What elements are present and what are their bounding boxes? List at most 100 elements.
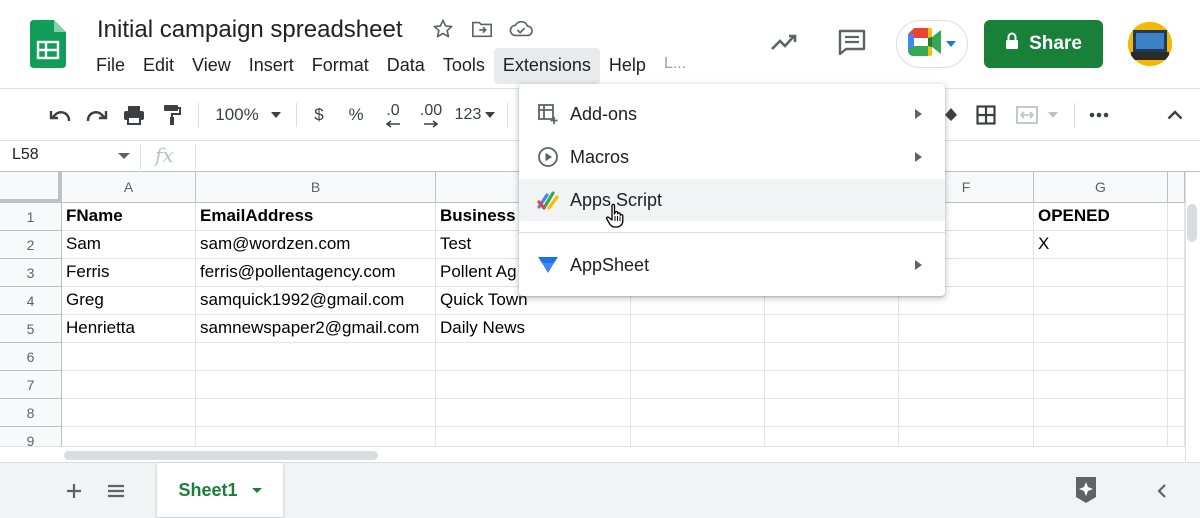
grid-cell[interactable]: Greg (62, 287, 196, 315)
grid-cell[interactable] (1034, 287, 1168, 315)
grid-cell[interactable]: Henrietta (62, 315, 196, 343)
paint-format-icon[interactable] (158, 101, 186, 129)
grid-cell[interactable] (899, 371, 1034, 399)
comments-icon[interactable] (836, 26, 868, 58)
menu-data[interactable]: Data (378, 48, 434, 84)
zoom-select[interactable]: 100% (208, 101, 288, 129)
grid-cell[interactable] (1168, 371, 1185, 399)
add-sheet-icon[interactable] (62, 479, 86, 503)
avatar[interactable] (1128, 22, 1172, 66)
borders-icon[interactable] (973, 101, 999, 129)
print-icon[interactable] (120, 101, 148, 129)
menu-tools[interactable]: Tools (434, 48, 494, 84)
caret-down-icon[interactable] (251, 487, 262, 493)
menu-file[interactable]: File (87, 48, 134, 84)
grid-cell[interactable] (1034, 343, 1168, 371)
row-header[interactable]: 6 (0, 343, 62, 371)
star-icon[interactable] (430, 16, 456, 42)
grid-cell[interactable] (1168, 399, 1185, 427)
google-meet-button[interactable] (896, 20, 968, 68)
merge-cells-button[interactable] (1012, 101, 1062, 129)
menu-view[interactable]: View (183, 48, 240, 84)
activity-trend-icon[interactable] (768, 26, 800, 58)
grid-cell[interactable] (436, 371, 631, 399)
name-box-caret-icon[interactable] (118, 153, 130, 159)
grid-cell[interactable] (765, 315, 899, 343)
decrease-decimal-button[interactable]: .0 (378, 101, 408, 129)
grid-cell[interactable]: X (1034, 231, 1168, 259)
horizontal-scroll-thumb[interactable] (64, 451, 378, 460)
grid-cell[interactable] (899, 315, 1034, 343)
row-header[interactable]: 1 (0, 203, 62, 231)
document-title[interactable]: Initial campaign spreadsheet (97, 16, 403, 44)
column-header-a[interactable]: A (62, 172, 196, 203)
grid-cell[interactable] (1034, 371, 1168, 399)
grid-cell[interactable]: Ferris (62, 259, 196, 287)
menu-format[interactable]: Format (303, 48, 378, 84)
all-sheets-icon[interactable] (104, 479, 128, 503)
grid-cell[interactable] (765, 399, 899, 427)
grid-cell[interactable] (196, 371, 436, 399)
cloud-saved-icon[interactable] (508, 16, 534, 42)
grid-cell[interactable] (1168, 203, 1185, 231)
grid-cell[interactable] (765, 343, 899, 371)
grid-cell[interactable]: EmailAddress (196, 203, 436, 231)
menu-insert[interactable]: Insert (240, 48, 303, 84)
grid-cell[interactable]: samquick1992@gmail.com (196, 287, 436, 315)
grid-cell[interactable] (631, 315, 765, 343)
row-header[interactable]: 4 (0, 287, 62, 315)
select-all-corner[interactable] (0, 172, 62, 203)
grid-cell[interactable] (1168, 259, 1185, 287)
menu-extensions[interactable]: Extensions (493, 48, 600, 84)
increase-decimal-button[interactable]: .00 (416, 101, 446, 129)
grid-cell[interactable] (631, 399, 765, 427)
sheet-tab-sheet1[interactable]: Sheet1 (157, 463, 283, 517)
menu-edit[interactable]: Edit (134, 48, 183, 84)
row-header[interactable]: 7 (0, 371, 62, 399)
grid-cell[interactable] (62, 399, 196, 427)
more-formats-button[interactable]: 123 (452, 101, 498, 129)
row-header[interactable]: 2 (0, 231, 62, 259)
sheets-logo-icon[interactable] (30, 20, 66, 68)
share-button[interactable]: Share (984, 20, 1103, 68)
row-header[interactable]: 3 (0, 259, 62, 287)
grid-cell[interactable]: OPENED (1034, 203, 1168, 231)
grid-cell[interactable]: Daily News (436, 315, 631, 343)
redo-icon[interactable] (83, 101, 111, 129)
currency-format-button[interactable]: $ (306, 101, 332, 129)
grid-cell[interactable] (631, 371, 765, 399)
column-header-b[interactable]: B (196, 172, 436, 203)
move-to-folder-icon[interactable] (469, 16, 495, 42)
grid-cell[interactable] (436, 343, 631, 371)
grid-cell[interactable] (196, 343, 436, 371)
undo-icon[interactable] (46, 101, 74, 129)
collapse-side-panel-icon[interactable] (1150, 479, 1174, 503)
grid-cell[interactable] (631, 343, 765, 371)
grid-cell[interactable] (765, 371, 899, 399)
menu-last-edit[interactable]: L... (655, 48, 695, 84)
grid-cell[interactable]: samnewspaper2@gmail.com (196, 315, 436, 343)
grid-cell[interactable]: FName (62, 203, 196, 231)
explore-icon[interactable] (1072, 475, 1100, 505)
menu-help[interactable]: Help (600, 48, 655, 84)
grid-cell[interactable] (196, 399, 436, 427)
grid-cell[interactable] (1168, 343, 1185, 371)
percent-format-button[interactable]: % (343, 101, 369, 129)
grid-cell[interactable] (1034, 315, 1168, 343)
grid-cell[interactable] (1168, 287, 1185, 315)
grid-cell[interactable] (1168, 231, 1185, 259)
grid-cell[interactable]: Sam (62, 231, 196, 259)
column-header-g[interactable]: G (1034, 172, 1168, 203)
grid-cell[interactable] (899, 343, 1034, 371)
grid-cell[interactable] (1034, 399, 1168, 427)
grid-cell[interactable]: ferris@pollentagency.com (196, 259, 436, 287)
menu-item-add-ons[interactable]: Add-ons (519, 93, 945, 135)
grid-cell[interactable] (436, 399, 631, 427)
column-header-h[interactable] (1168, 172, 1185, 203)
name-box[interactable]: L58 (12, 146, 39, 164)
menu-item-appsheet[interactable]: AppSheet (519, 244, 945, 286)
collapse-toolbar-icon[interactable] (1161, 101, 1189, 129)
grid-cell[interactable] (1034, 259, 1168, 287)
grid-cell[interactable] (62, 371, 196, 399)
more-options-icon[interactable] (1085, 101, 1113, 129)
